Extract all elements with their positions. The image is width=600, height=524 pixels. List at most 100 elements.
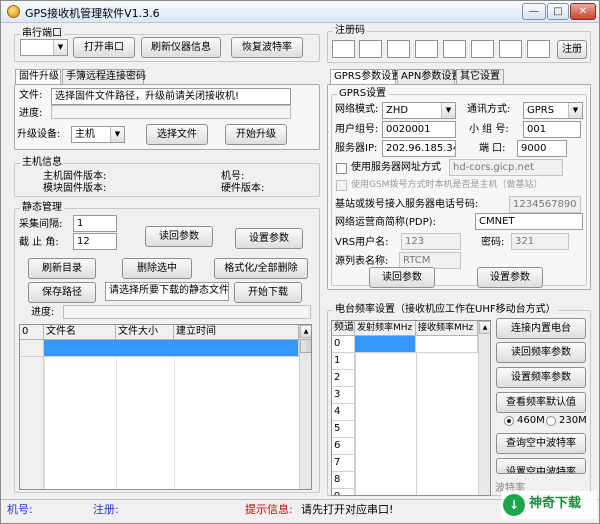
radio-460m[interactable] <box>504 416 514 426</box>
list-item: 5 <box>332 421 355 438</box>
list-item: 0 <box>332 336 355 353</box>
scroll-up-icon[interactable]: ▲ <box>300 325 311 338</box>
table-row-selected[interactable] <box>44 340 299 357</box>
dial-number-label: 基站或拨号接入服务器电话号码: <box>335 199 479 210</box>
register-code-field-5[interactable] <box>443 40 466 58</box>
start-upgrade-button[interactable]: 开始升级 <box>225 124 287 145</box>
radio-table-scrollbar[interactable]: ▲ <box>478 321 490 495</box>
tab-other-settings[interactable]: 其它设置 <box>456 69 504 84</box>
list-item: 8 <box>332 472 355 489</box>
static-read-params-button[interactable]: 读回参数 <box>145 226 213 247</box>
domain-input[interactable]: hd-cors.gicp.net <box>449 159 563 176</box>
scroll-thumb[interactable] <box>300 339 311 353</box>
host-info-label: 主机信息 <box>20 157 64 169</box>
title-bar: GPS接收机管理软件V1.3.6 — □ ✕ <box>1 1 599 23</box>
comm-mode-value: GPRS <box>527 105 555 116</box>
interval-input[interactable]: 1 <box>73 215 117 232</box>
read-freq-button[interactable]: 读回频率参数 <box>496 342 586 363</box>
default-freq-button[interactable]: 查看频率默认值 <box>496 392 586 413</box>
firmware-file-path[interactable]: 选择固件文件路径，升级前请关闭接收机! <box>51 88 291 105</box>
table-header-filename[interactable]: 文件名 <box>44 325 116 340</box>
radio-freq-table[interactable]: 频道 发射频率MHz 接收频率MHz 0 1 2 3 4 5 6 7 8 9 ▲ <box>331 320 491 496</box>
status-reg-label: 注册: <box>93 503 119 516</box>
row-header-column <box>20 357 44 489</box>
refresh-device-button[interactable]: 刷新仪器信息 <box>141 37 221 58</box>
static-set-params-button[interactable]: 设置参数 <box>235 228 303 249</box>
save-path-button[interactable]: 保存路径 <box>28 282 96 303</box>
upgrade-device-select[interactable]: 主机 ▼ <box>71 126 125 143</box>
open-port-button[interactable]: 打开串口 <box>73 37 135 58</box>
save-path-field[interactable]: 请选择所要下载的静态文件! <box>105 282 229 301</box>
dial-number-input[interactable]: 1234567890 <box>509 196 581 213</box>
cutoff-angle-input[interactable]: 12 <box>73 233 117 250</box>
small-group-input[interactable]: 001 <box>523 121 581 138</box>
query-air-baud-button[interactable]: 查询空中波特率 <box>496 433 586 454</box>
net-mode-select[interactable]: ZHD ▼ <box>382 102 456 119</box>
choose-file-button[interactable]: 选择文件 <box>146 124 208 145</box>
watermark-logo: ↓ 神奇下载 <box>501 491 597 519</box>
user-group-label: 用户组号: <box>335 124 379 135</box>
gprs-read-params-button[interactable]: 读回参数 <box>369 267 435 288</box>
status-hint-label: 提示信息: <box>245 503 293 516</box>
register-label: 注册码 <box>333 25 367 37</box>
register-code-field-4[interactable] <box>415 40 438 58</box>
col-divider <box>44 357 45 489</box>
pdp-input[interactable]: CMNET <box>475 213 583 230</box>
register-code-field-6[interactable] <box>471 40 494 58</box>
status-sn-label: 机号: <box>7 503 33 516</box>
user-group-input[interactable]: 0020001 <box>382 121 456 138</box>
register-code-field-8[interactable] <box>527 40 550 58</box>
tab-remote-password[interactable]: 手簿远程连接密码 <box>62 69 146 84</box>
port-select[interactable]: ▼ <box>20 39 68 56</box>
register-code-field-1[interactable] <box>332 40 355 58</box>
server-ip-input[interactable]: 202.96.185.34 <box>382 140 456 157</box>
col-divider <box>174 357 175 489</box>
static-file-table[interactable]: 0 文件名 文件大小 建立时间 ▲ <box>19 324 312 490</box>
delete-selected-button[interactable]: 删除选中 <box>122 258 192 279</box>
vrs-user-input[interactable]: 123 <box>401 233 461 250</box>
gprs-set-params-button[interactable]: 设置参数 <box>477 267 543 288</box>
comm-mode-select[interactable]: GPRS ▼ <box>523 102 583 119</box>
upgrade-device-label: 升级设备: <box>17 129 61 140</box>
table-scrollbar[interactable]: ▲ <box>299 325 311 489</box>
tab-apn-settings[interactable]: APN参数设置 <box>397 69 461 84</box>
connect-radio-button[interactable]: 连接内置电台 <box>496 318 586 339</box>
module-fw-label: 模块固件版本: <box>43 183 107 194</box>
minimize-button[interactable]: — <box>522 3 546 20</box>
set-freq-button[interactable]: 设置频率参数 <box>496 367 586 388</box>
gsm-host-checkbox[interactable] <box>336 180 347 191</box>
format-delete-all-button[interactable]: 格式化/全部删除 <box>214 258 308 279</box>
list-item: 1 <box>332 353 355 370</box>
radio-header-rx: 接收频率MHz <box>416 321 478 336</box>
port-input[interactable]: 9000 <box>517 140 567 157</box>
password-input[interactable]: 321 <box>511 233 569 250</box>
table-header-size[interactable]: 文件大小 <box>116 325 174 340</box>
register-code-field-2[interactable] <box>359 40 382 58</box>
radio-230m[interactable] <box>546 416 556 426</box>
maximize-button[interactable]: □ <box>547 3 569 20</box>
cutoff-angle-label: 截 止 角: <box>19 237 59 248</box>
radio-freq-label: 电台频率设置（接收机应工作在UHF移动台方式） <box>333 304 558 316</box>
chevron-down-icon: ▼ <box>568 103 582 118</box>
password-label: 密码: <box>481 237 505 248</box>
set-air-baud-button[interactable]: 设置空中波特率 <box>496 458 586 474</box>
scroll-up-icon[interactable]: ▲ <box>479 321 490 334</box>
refresh-dir-button[interactable]: 刷新目录 <box>28 258 96 279</box>
use-domain-checkbox[interactable] <box>336 163 347 174</box>
table-header-created[interactable]: 建立时间 <box>174 325 299 340</box>
radio-cell[interactable] <box>416 336 478 353</box>
chevron-down-icon: ▼ <box>441 103 455 118</box>
watermark-icon: ↓ <box>503 494 525 516</box>
start-download-button[interactable]: 开始下载 <box>234 282 302 303</box>
close-button[interactable]: ✕ <box>570 3 596 20</box>
register-button[interactable]: 注册 <box>557 40 587 59</box>
table-header-index: 0 <box>20 325 44 340</box>
radio-header-tx: 发射频率MHz <box>355 321 416 336</box>
radio-cell-selected[interactable] <box>355 336 416 353</box>
restore-baud-button[interactable]: 恢复波特率 <box>231 37 303 58</box>
register-code-field-3[interactable] <box>387 40 410 58</box>
register-code-field-7[interactable] <box>499 40 522 58</box>
hw-label: 硬件版本: <box>221 183 265 194</box>
chevron-down-icon: ▼ <box>53 40 67 55</box>
chevron-down-icon: ▼ <box>110 127 124 142</box>
